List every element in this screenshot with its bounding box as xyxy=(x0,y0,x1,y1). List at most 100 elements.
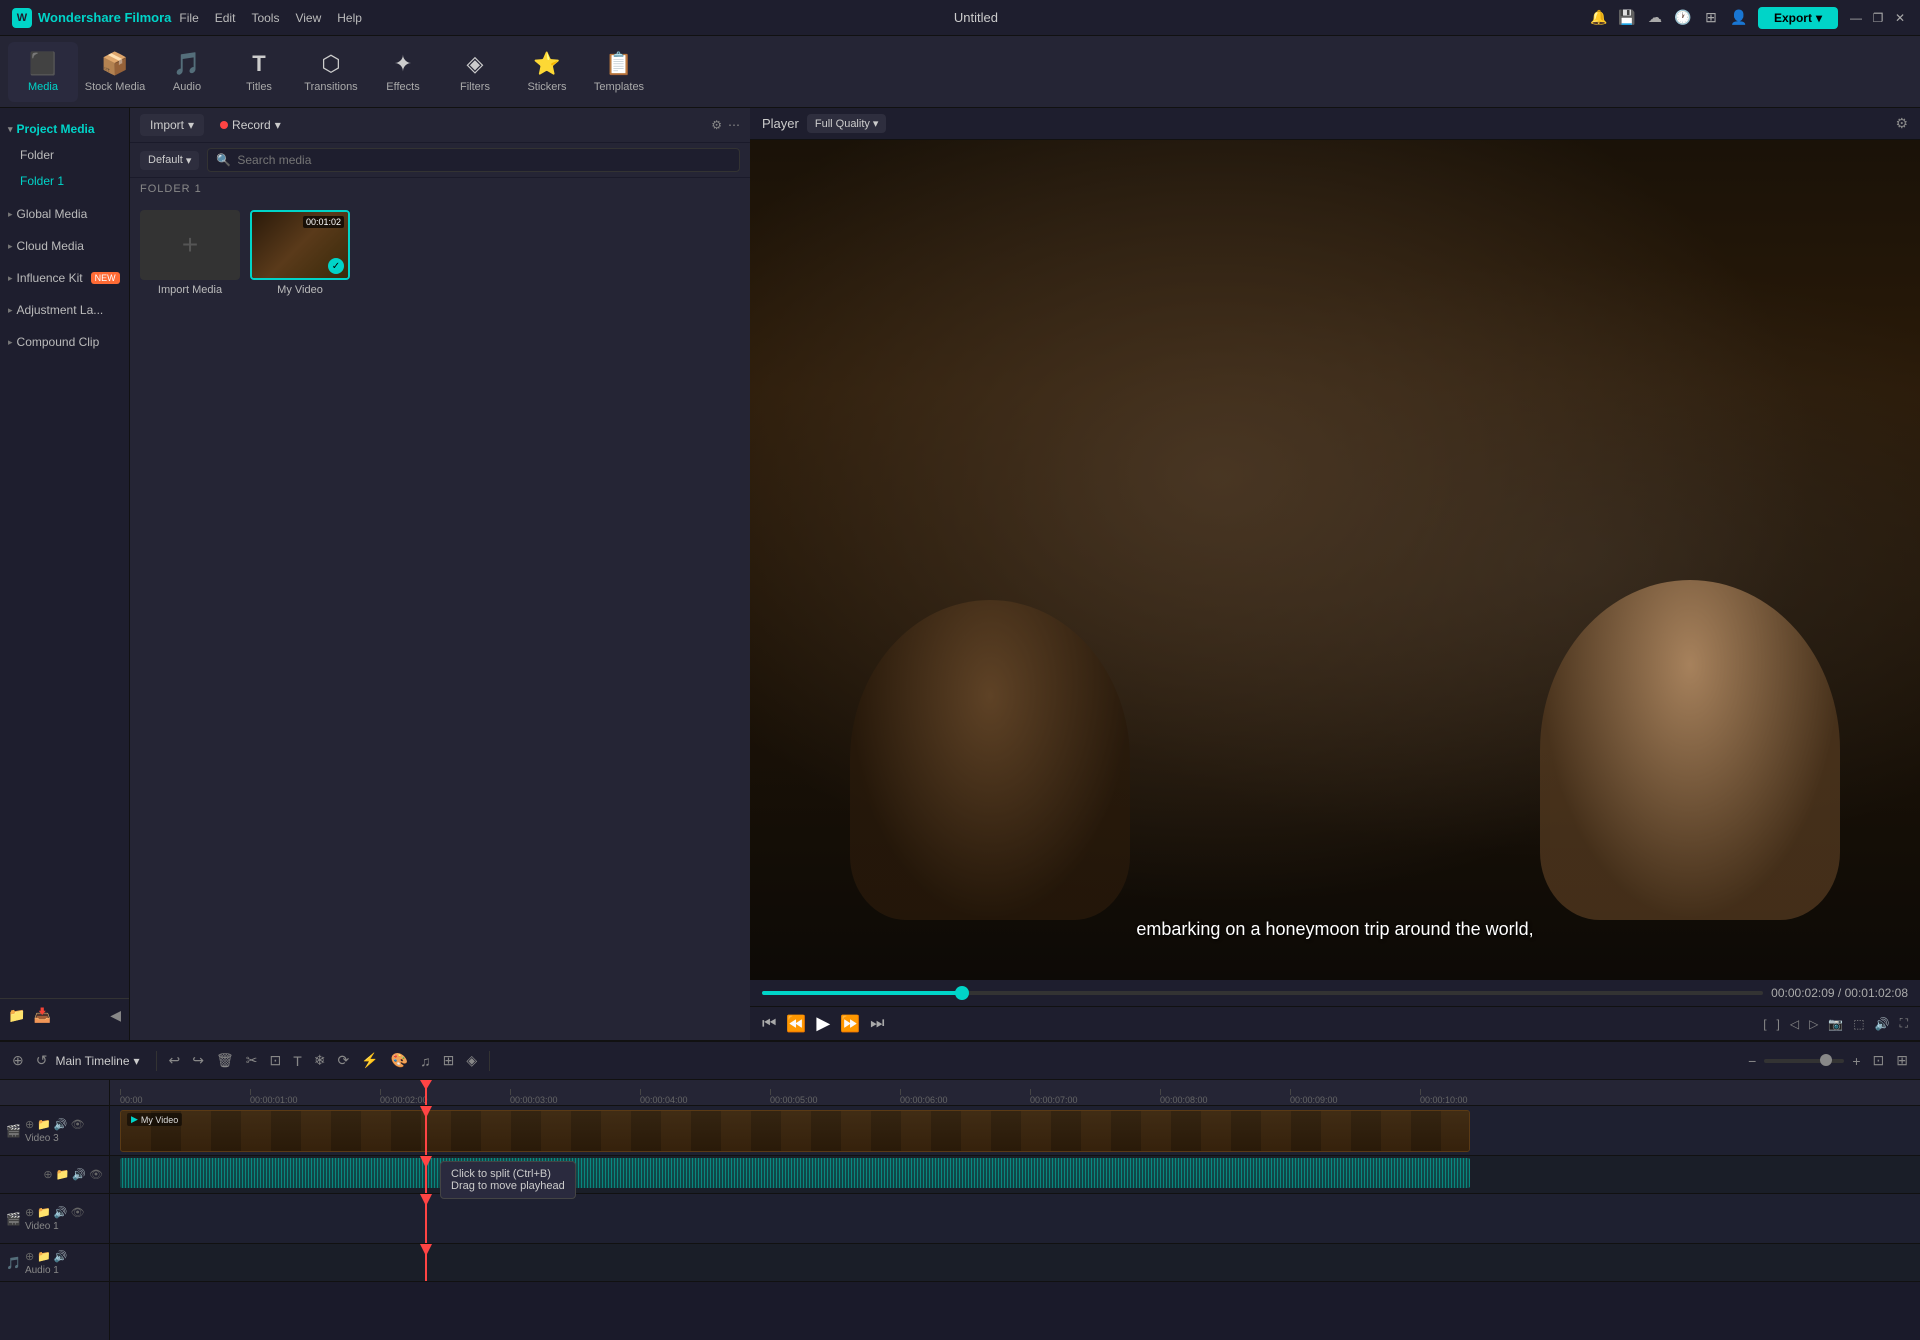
timeline-home-icon[interactable]: ⊕ xyxy=(8,1050,28,1071)
timeline-fit-button[interactable]: ⊡ xyxy=(1869,1050,1889,1071)
video3-icon[interactable]: 🎬 xyxy=(6,1124,21,1138)
speed-button[interactable]: ⚡ xyxy=(357,1050,382,1071)
video-clip-main[interactable]: ▶ My Video xyxy=(120,1110,1470,1152)
cloud-icon[interactable]: ☁ xyxy=(1646,9,1664,27)
sidebar-item-folder1[interactable]: Folder 1 xyxy=(4,169,125,193)
tool-titles[interactable]: T Titles xyxy=(224,42,294,102)
tool-templates[interactable]: 📋 Templates xyxy=(584,42,654,102)
audio1-add-icon[interactable]: ⊕ xyxy=(25,1250,34,1263)
timeline-loop-icon[interactable]: ↺ xyxy=(32,1050,52,1071)
mark-out-button[interactable]: ] xyxy=(1777,1017,1780,1031)
video1-add-icon[interactable]: ⊕ xyxy=(25,1206,34,1219)
video3-folder-icon[interactable]: 📁 xyxy=(37,1118,51,1131)
sidebar-item-cloud-media[interactable]: ▸ Cloud Media xyxy=(0,234,129,258)
timeline-zoom-in[interactable]: + xyxy=(1848,1051,1864,1071)
video3-eye-icon[interactable]: 👁 xyxy=(71,1118,85,1131)
motion-button[interactable]: ⟳ xyxy=(334,1050,354,1071)
video1-eye-icon[interactable]: 👁 xyxy=(71,1206,85,1219)
search-input[interactable] xyxy=(237,153,731,167)
record-button[interactable]: Record ▾ xyxy=(212,114,289,136)
video1-icon[interactable]: 🎬 xyxy=(6,1212,21,1226)
skip-back-button[interactable]: ⏮ xyxy=(762,1015,776,1033)
history-icon[interactable]: 🕐 xyxy=(1674,9,1692,27)
tool-media[interactable]: ⬛ Media xyxy=(8,42,78,102)
notification-icon[interactable]: 🔔 xyxy=(1590,9,1608,27)
progress-bar[interactable] xyxy=(762,991,1763,995)
prev-frame-button[interactable]: ◁ xyxy=(1790,1017,1799,1031)
undo-button[interactable]: ↩ xyxy=(165,1050,185,1071)
audio-sync-button[interactable]: ♫ xyxy=(416,1051,435,1071)
video3-add-icon[interactable]: ⊕ xyxy=(25,1118,34,1131)
tool-stickers[interactable]: ⭐ Stickers xyxy=(512,42,582,102)
crop-button[interactable]: ⊡ xyxy=(266,1050,286,1071)
snapshot-icon[interactable]: 📷 xyxy=(1828,1017,1843,1031)
minimize-button[interactable]: — xyxy=(1848,10,1864,26)
import-media-item[interactable]: + Import Media xyxy=(140,210,240,296)
next-frame-button[interactable]: ▷ xyxy=(1809,1017,1818,1031)
video-audio-volume-icon[interactable]: 🔊 xyxy=(72,1168,86,1181)
sidebar-item-global-media[interactable]: ▸ Global Media xyxy=(0,202,129,226)
add-folder-icon[interactable]: 📁 xyxy=(8,1007,25,1024)
more-options-icon[interactable]: ⋯ xyxy=(728,118,740,132)
menu-edit[interactable]: Edit xyxy=(215,11,236,25)
tool-filters[interactable]: ◈ Filters xyxy=(440,42,510,102)
audio1-volume-icon[interactable]: 🔊 xyxy=(54,1250,68,1263)
cut-button[interactable]: ✂ xyxy=(242,1050,262,1071)
tool-effects[interactable]: ✦ Effects xyxy=(368,42,438,102)
skip-forward-button[interactable]: ⏭ xyxy=(870,1015,884,1033)
redo-button[interactable]: ↪ xyxy=(188,1050,208,1071)
mark-in-button[interactable]: [ xyxy=(1763,1017,1766,1031)
rewind-button[interactable]: ⏪ xyxy=(786,1014,806,1034)
export-button[interactable]: Export ▾ xyxy=(1758,7,1838,29)
menu-view[interactable]: View xyxy=(295,11,321,25)
clip-name: My Video xyxy=(141,1115,178,1125)
zoom-slider[interactable] xyxy=(1764,1059,1844,1063)
timeline-grid-button[interactable]: ⊞ xyxy=(1892,1050,1912,1071)
sidebar-item-influence-kit[interactable]: ▸ Influence Kit NEW xyxy=(0,266,129,290)
my-video-item[interactable]: 00:01:02 My Video xyxy=(250,210,350,296)
freeze-frame-button[interactable]: ❄ xyxy=(310,1050,330,1071)
sidebar-item-compound-clip[interactable]: ▸ Compound Clip xyxy=(0,330,129,354)
import-label: Import xyxy=(150,118,184,132)
tool-transitions[interactable]: ⬡ Transitions xyxy=(296,42,366,102)
video-audio-eye-icon[interactable]: 👁 xyxy=(89,1168,103,1181)
audio1-icon[interactable]: 🎵 xyxy=(6,1256,21,1270)
grid-icon[interactable]: ⊞ xyxy=(1702,9,1720,27)
menu-tools[interactable]: Tools xyxy=(251,11,279,25)
ai-button[interactable]: ◈ xyxy=(462,1050,481,1071)
collapse-panel-button[interactable]: ◀ xyxy=(110,1007,121,1024)
sidebar-item-folder[interactable]: Folder xyxy=(4,143,125,167)
delete-button[interactable]: 🗑 xyxy=(212,1050,238,1071)
project-media-header[interactable]: ▾ Project Media xyxy=(0,116,129,142)
import-icon[interactable]: 📥 xyxy=(33,1007,50,1024)
tool-stock-media[interactable]: 📦 Stock Media xyxy=(80,42,150,102)
menu-help[interactable]: Help xyxy=(337,11,362,25)
player-settings-icon[interactable]: ⚙ xyxy=(1895,115,1908,132)
close-button[interactable]: ✕ xyxy=(1892,10,1908,26)
menu-file[interactable]: File xyxy=(179,11,198,25)
text-button[interactable]: T xyxy=(289,1051,306,1071)
default-view-button[interactable]: Default ▾ xyxy=(140,151,199,170)
tool-audio[interactable]: 🎵 Audio xyxy=(152,42,222,102)
video3-volume-icon[interactable]: 🔊 xyxy=(54,1118,68,1131)
video1-folder-icon[interactable]: 📁 xyxy=(37,1206,51,1219)
import-button[interactable]: Import ▾ xyxy=(140,114,204,136)
filter-icon[interactable]: ⚙ xyxy=(711,118,722,132)
sidebar-item-adjustment-layer[interactable]: ▸ Adjustment La... xyxy=(0,298,129,322)
video-audio-add-icon[interactable]: ⊕ xyxy=(43,1168,52,1181)
user-icon[interactable]: 👤 xyxy=(1730,9,1748,27)
fullscreen-icon[interactable]: ⛶ xyxy=(1900,1016,1908,1031)
pip-icon[interactable]: ⬚ xyxy=(1853,1017,1864,1031)
adjust-button[interactable]: ⊞ xyxy=(439,1050,459,1071)
maximize-button[interactable]: ❐ xyxy=(1870,10,1886,26)
color-button[interactable]: 🎨 xyxy=(387,1050,412,1071)
forward-button[interactable]: ⏩ xyxy=(840,1014,860,1034)
quality-button[interactable]: Full Quality ▾ xyxy=(807,114,887,133)
video1-volume-icon[interactable]: 🔊 xyxy=(54,1206,68,1219)
timeline-zoom-out[interactable]: − xyxy=(1744,1051,1760,1071)
save-icon[interactable]: 💾 xyxy=(1618,9,1636,27)
volume-icon[interactable]: 🔊 xyxy=(1875,1017,1890,1031)
audio1-folder-icon[interactable]: 📁 xyxy=(37,1250,51,1263)
video-audio-folder-icon[interactable]: 📁 xyxy=(56,1168,70,1181)
play-button[interactable]: ▶ xyxy=(816,1013,830,1034)
